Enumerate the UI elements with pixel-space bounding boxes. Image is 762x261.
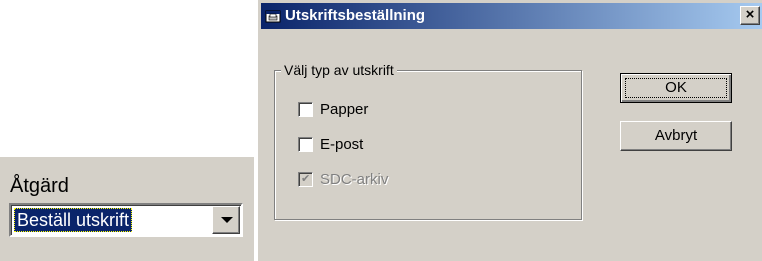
action-dropdown-button[interactable] — [212, 206, 240, 234]
cancel-button[interactable]: Avbryt — [620, 121, 732, 151]
checkmark-icon: ✔ — [301, 173, 311, 185]
checkbox-sdc-arkiv-label: SDC-arkiv — [320, 171, 389, 188]
action-panel: Åtgärd Beställ utskrift — [0, 157, 254, 261]
action-combobox-value: Beställ utskrift — [14, 208, 133, 232]
dialog-titlebar[interactable]: Utskriftsbeställning × — [261, 3, 762, 29]
chevron-down-icon — [221, 217, 233, 223]
close-button[interactable]: × — [740, 6, 760, 25]
groupbox-legend: Välj typ av utskrift — [281, 62, 397, 78]
action-combobox[interactable]: Beställ utskrift — [9, 203, 243, 237]
ok-button-label: OK — [665, 79, 687, 96]
printer-window-icon — [265, 10, 281, 23]
checkbox-epost-box[interactable] — [298, 137, 313, 152]
cancel-button-label: Avbryt — [654, 127, 698, 144]
checkbox-papper-label[interactable]: Papper — [320, 101, 368, 119]
checkbox-epost-label[interactable]: E-post — [320, 136, 363, 154]
action-label: Åtgärd — [10, 175, 69, 197]
ok-button[interactable]: OK — [620, 73, 732, 103]
checkbox-papper-box[interactable] — [298, 102, 313, 117]
dialog-title: Utskriftsbeställning — [285, 7, 426, 24]
close-icon: × — [745, 6, 755, 23]
checkbox-sdc-arkiv-box: ✔ — [298, 172, 313, 187]
print-order-dialog: Utskriftsbeställning × Välj typ av utskr… — [258, 0, 762, 261]
